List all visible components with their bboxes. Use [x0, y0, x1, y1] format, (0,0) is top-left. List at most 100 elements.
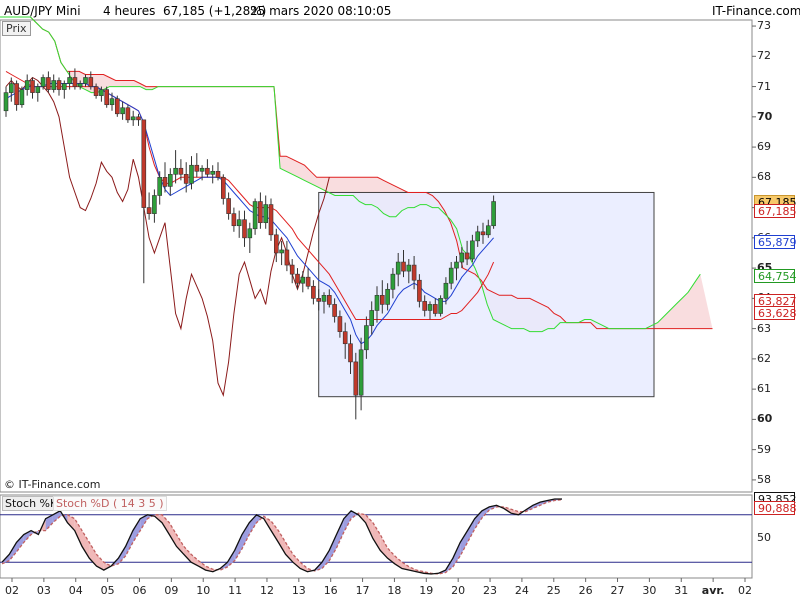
candle-body — [125, 107, 131, 121]
candle-body — [273, 234, 279, 254]
candle-body — [464, 252, 470, 260]
candle-body — [470, 240, 475, 260]
candle-body — [263, 204, 269, 224]
candle-body — [480, 231, 486, 236]
candle-body — [56, 80, 62, 90]
candle-body — [30, 80, 35, 93]
candle-body — [326, 295, 332, 305]
candle-body — [146, 207, 152, 214]
candle-body — [72, 77, 78, 87]
candle-body — [247, 228, 253, 239]
candle-body — [46, 77, 51, 90]
candle-body — [348, 343, 353, 363]
candle-body — [289, 264, 295, 275]
y-tick-label: 72 — [757, 49, 771, 63]
x-tick-label: 30 — [642, 584, 657, 597]
candle-body — [295, 273, 300, 284]
y-tick-label: 62 — [757, 351, 771, 365]
y-tick-label: 73 — [757, 19, 771, 33]
x-tick-label: 27 — [610, 584, 625, 597]
candle-body — [395, 261, 401, 275]
x-tick-label: 09 — [164, 584, 179, 597]
candle-body — [491, 201, 496, 227]
price-label: 67,185 — [754, 203, 797, 218]
timestamp: 25 mars 2020 08:10:05 — [250, 4, 392, 18]
candle-body — [14, 83, 19, 106]
candle-body — [205, 167, 210, 175]
candle-body — [417, 279, 422, 302]
x-tick-label: 10 — [196, 584, 211, 597]
candle-body — [311, 285, 316, 299]
x-tick-label: 25 — [546, 584, 561, 597]
stoch-tick-label: 50 — [757, 531, 771, 545]
symbol-name: AUD/JPY Mini — [4, 4, 81, 18]
candle-body — [77, 83, 83, 87]
candle-body — [9, 83, 14, 93]
price-label: 64,754 — [754, 268, 797, 283]
candle-body — [136, 116, 141, 121]
candle-body — [24, 80, 30, 90]
candle-body — [385, 288, 390, 305]
candle-body — [485, 225, 491, 236]
candle-body — [173, 167, 178, 175]
candle-body — [300, 276, 306, 284]
candle-body — [210, 170, 215, 175]
price-tab[interactable]: Prix — [2, 21, 31, 36]
candle-body — [252, 201, 258, 230]
price-label: 65,879 — [754, 234, 797, 249]
candle-body — [178, 167, 184, 175]
candle-body — [168, 174, 173, 187]
highlight-rectangle — [318, 191, 655, 398]
candle-body — [279, 249, 284, 254]
x-tick-label: 13 — [291, 584, 306, 597]
x-tick-label: 02 — [738, 584, 752, 597]
candle-body — [379, 295, 385, 305]
candle-body — [88, 77, 94, 87]
candle-body — [221, 177, 226, 199]
candle-body — [364, 325, 369, 351]
timeframe: 4 heures — [103, 4, 156, 18]
candle-body — [448, 267, 454, 284]
candle-body — [99, 89, 104, 96]
candle-body — [115, 98, 120, 115]
candle-body — [35, 86, 41, 93]
candle-body — [183, 174, 189, 184]
candle-body — [316, 298, 322, 302]
x-tick-label: 12 — [259, 584, 274, 597]
candle-body — [358, 349, 364, 396]
candle-body — [226, 198, 231, 214]
candle-body — [454, 261, 459, 269]
candle-body — [215, 170, 221, 178]
candle-body — [93, 86, 99, 96]
y-tick-label: 69 — [757, 140, 771, 154]
x-tick-label: 03 — [36, 584, 51, 597]
candle-body — [337, 316, 343, 332]
x-tick-label: 19 — [419, 584, 434, 597]
x-tick-label: 04 — [68, 584, 83, 597]
candle-body — [109, 98, 115, 106]
y-tick-label: 61 — [757, 382, 771, 396]
x-tick-label: 11 — [228, 584, 243, 597]
x-tick-label: 31 — [674, 584, 689, 597]
candle-body — [194, 164, 200, 172]
candle-body — [369, 310, 375, 326]
x-tick-label: avr. — [701, 584, 725, 597]
candle-body — [390, 273, 396, 290]
x-tick-label: 16 — [323, 584, 338, 597]
candle-body — [130, 116, 136, 121]
candle-body — [61, 83, 67, 90]
stoch-d-legend[interactable]: Stoch %D ( 14 3 5 ) — [53, 496, 167, 511]
candle-body — [459, 252, 465, 263]
stoch-value-label: 90,888 — [754, 501, 797, 516]
candle-body — [67, 77, 72, 84]
candle-body — [199, 167, 205, 172]
stoch-k-legend[interactable]: Stoch %K — [2, 496, 61, 511]
x-tick-label: 18 — [387, 584, 402, 597]
y-tick-label: 68 — [757, 170, 771, 184]
chart-stage: AUD/JPY Mini 4 heures 67,185 (+1,28%) 25… — [0, 0, 800, 600]
candle-body — [284, 249, 290, 266]
y-tick-label: 70 — [757, 109, 773, 123]
candle-body — [332, 304, 337, 317]
brand: IT-Finance.com — [712, 4, 800, 18]
candle-body — [231, 213, 237, 227]
